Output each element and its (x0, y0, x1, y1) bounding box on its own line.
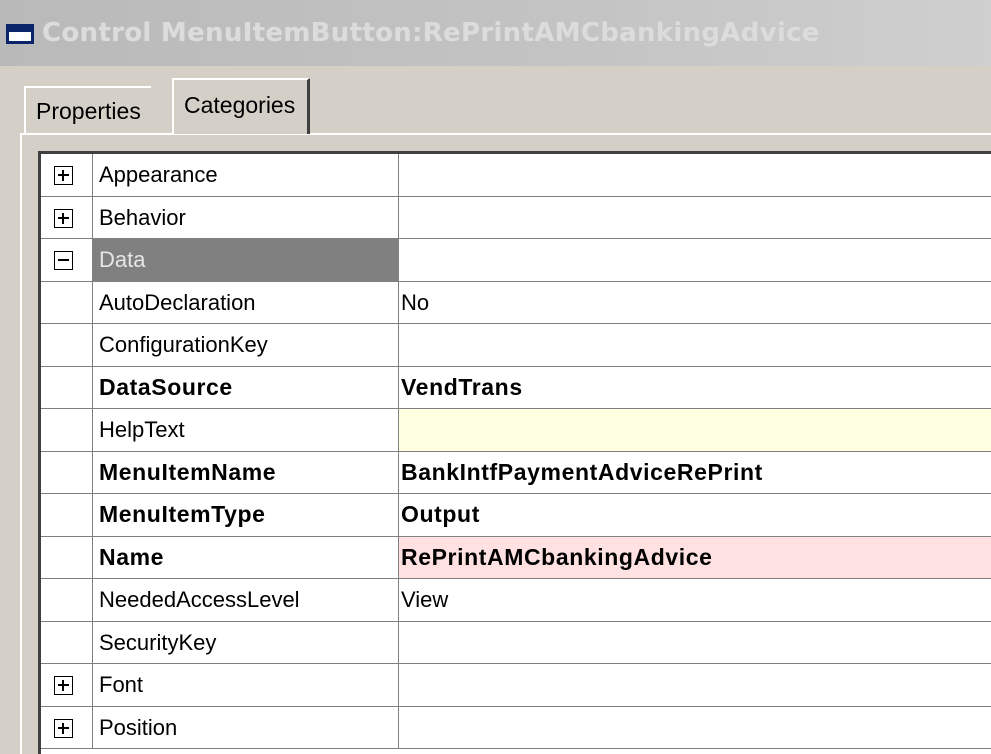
property-row-helptext[interactable]: HelpText (41, 409, 991, 452)
property-name[interactable]: DataSource (93, 366, 399, 408)
property-value[interactable] (399, 324, 991, 366)
property-row-autodeclaration[interactable]: AutoDeclaration No (41, 281, 991, 324)
form-window-icon (6, 24, 34, 44)
property-name[interactable]: Data (93, 239, 399, 281)
expander-cell (41, 536, 93, 578)
expand-plus-icon[interactable] (54, 166, 73, 185)
property-value[interactable] (399, 409, 991, 451)
expander-cell (41, 324, 93, 366)
panel-border (20, 133, 22, 754)
property-row-datasource[interactable]: DataSource VendTrans (41, 366, 991, 409)
property-row-menuitemtype[interactable]: MenuItemType Output (41, 494, 991, 537)
property-row-data[interactable]: Data (41, 239, 991, 282)
expand-plus-icon[interactable] (54, 208, 73, 228)
property-value[interactable]: VendTrans (399, 367, 991, 409)
property-row-securitykey[interactable]: SecurityKey (41, 621, 991, 664)
property-name[interactable]: AutoDeclaration (93, 281, 399, 323)
expander-cell[interactable] (41, 154, 93, 196)
property-value[interactable]: RePrintAMCbankingAdvice (399, 536, 991, 578)
expander-cell[interactable] (41, 196, 93, 238)
expander-cell (41, 621, 93, 663)
property-grid: Appearance Behavior Data AutoDeclaration No C… (38, 151, 991, 754)
property-value[interactable]: BankIntfPaymentAdviceRePrint (399, 452, 991, 494)
property-value[interactable] (399, 664, 991, 706)
property-value[interactable] (399, 622, 991, 664)
property-row-position[interactable]: Position (41, 706, 991, 749)
property-name[interactable]: MenuItemType (93, 494, 399, 536)
tab-properties[interactable]: Properties (24, 86, 151, 134)
expander-cell[interactable] (41, 664, 93, 706)
expander-cell (41, 366, 93, 408)
expander-cell (41, 409, 93, 451)
expander-cell[interactable] (41, 239, 93, 281)
expand-plus-icon[interactable] (54, 676, 73, 695)
property-row-neededaccesslevel[interactable]: NeededAccessLevel View (41, 579, 991, 622)
tab-strip-border (20, 133, 991, 135)
expander-cell[interactable] (41, 706, 93, 748)
property-row-behavior[interactable]: Behavior (41, 196, 991, 239)
property-value[interactable] (399, 239, 991, 281)
property-row-font[interactable]: Font (41, 664, 991, 707)
property-value[interactable]: Output (399, 494, 991, 536)
property-name[interactable]: HelpText (93, 409, 399, 451)
property-value[interactable]: No (399, 282, 991, 324)
tab-categories[interactable]: Categories (172, 78, 311, 134)
expander-cell (41, 281, 93, 323)
window-title-bar[interactable]: Control MenuItemButton:RePrintAMCbanking… (0, 0, 991, 66)
property-row-menuitemname[interactable]: MenuItemName BankIntfPaymentAdviceRePrint (41, 451, 991, 494)
expander-cell (41, 451, 93, 493)
property-value[interactable] (399, 707, 991, 749)
property-row-configurationkey[interactable]: ConfigurationKey (41, 324, 991, 367)
property-name[interactable]: Position (93, 706, 399, 748)
expander-cell (41, 579, 93, 621)
property-name[interactable]: MenuItemName (93, 451, 399, 493)
expand-plus-icon[interactable] (54, 718, 73, 738)
property-name[interactable]: ConfigurationKey (93, 324, 399, 366)
property-row-name[interactable]: Name RePrintAMCbankingAdvice (41, 536, 991, 579)
expander-cell (41, 494, 93, 536)
property-name[interactable]: Appearance (93, 154, 399, 196)
window-title: Control MenuItemButton:RePrintAMCbanking… (42, 18, 820, 48)
property-value[interactable] (399, 154, 991, 196)
property-value[interactable] (399, 197, 991, 239)
property-row-appearance[interactable]: Appearance (41, 154, 991, 197)
property-name[interactable]: Font (93, 664, 399, 706)
property-value[interactable]: View (399, 579, 991, 621)
property-name[interactable]: SecurityKey (93, 621, 399, 663)
collapse-minus-icon[interactable] (54, 251, 73, 270)
property-name[interactable]: NeededAccessLevel (93, 579, 399, 621)
property-name[interactable]: Behavior (93, 196, 399, 238)
property-name[interactable]: Name (93, 536, 399, 578)
